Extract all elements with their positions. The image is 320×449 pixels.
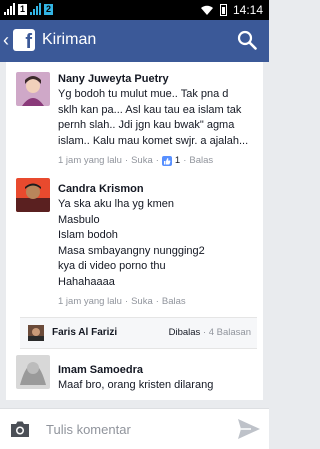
like-button[interactable]: Suka [131,296,153,307]
comment-text: Yg bodoh tu mulut mue.. Tak pna d sklh k… [58,88,249,147]
comment-composer: Tulis komentar [0,408,269,449]
signal-icon [4,3,15,15]
comment-meta: 1 jam yang lalu · Suka · 1 · Balas [58,155,214,166]
comment-card: Nany Juweyta Puetry Yg bodoh tu mulut mu… [6,62,263,400]
comment: Candra Krismon Ya ska aku lha yg kmen Ma… [6,172,263,313]
reply-summary[interactable]: Faris Al Farizi Dibalas · 4 Balasan [20,317,257,349]
sim2-indicator: 2 [44,3,54,15]
page-title: Kiriman [42,31,97,48]
comment-time: 1 jam yang lalu [58,155,122,166]
avatar[interactable] [16,72,50,106]
send-icon[interactable] [237,418,261,440]
comment-time: 1 jam yang lalu [58,296,122,307]
facebook-logo-icon[interactable]: f [13,29,35,51]
search-icon[interactable] [237,30,257,50]
reply-count[interactable]: Dibalas · 4 Balasan [169,327,251,338]
reply-button[interactable]: Balas [162,296,186,307]
thumbs-up-icon [161,155,172,166]
comment-author[interactable]: Nany Juweyta Puetry [58,73,255,85]
reply-author[interactable]: Faris Al Farizi [52,327,117,338]
app-bar: ‹ f Kiriman [0,20,269,62]
like-button[interactable]: Suka [131,155,153,166]
comment-author[interactable]: Imam Samoedra [58,364,255,376]
chevron-left-icon[interactable]: ‹ [3,31,9,49]
like-count: 1 [174,155,181,166]
comment-text: Maaf bro, orang kristen dilarang [58,379,214,391]
avatar [28,325,44,341]
signal-icon [30,3,42,15]
comment-author[interactable]: Candra Krismon [58,183,255,195]
avatar[interactable] [16,355,50,389]
status-bar: 1 2 14:14 [0,0,269,20]
sim1-indicator: 1 [18,3,28,15]
avatar[interactable] [16,178,50,212]
comment-list[interactable]: Nany Juweyta Puetry Yg bodoh tu mulut mu… [6,62,263,408]
camera-icon[interactable] [10,420,30,438]
comment: Nany Juweyta Puetry Yg bodoh tu mulut mu… [6,66,263,172]
reply-button[interactable]: Balas [189,155,213,166]
wifi-icon [200,5,213,15]
clock: 14:14 [232,3,263,17]
comment-text: Ya ska aku lha yg kmen Masbulo Islam bod… [58,198,205,288]
comment-input[interactable]: Tulis komentar [46,422,131,437]
battery-icon [219,4,227,16]
comment-meta: 1 jam yang lalu · Suka · Balas [58,296,186,307]
comment: Imam Samoedra Maaf bro, orang kristen di… [6,349,263,400]
